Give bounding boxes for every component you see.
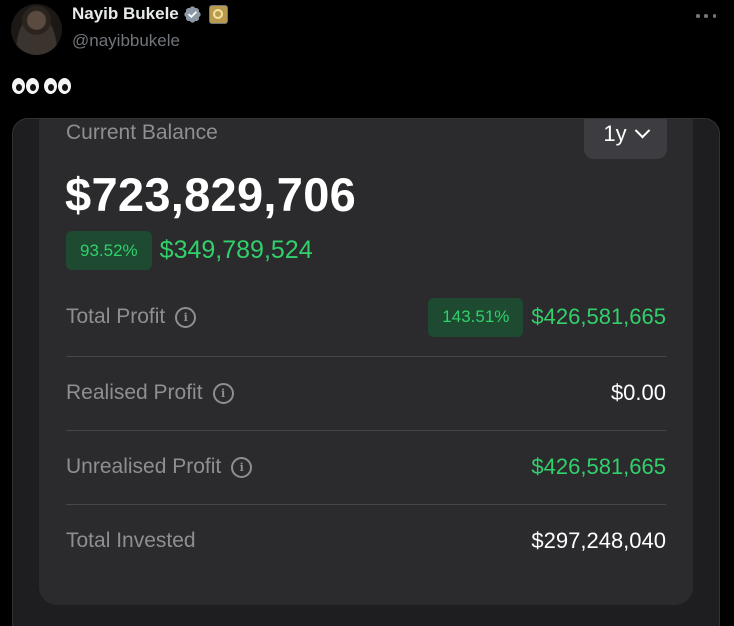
divider (66, 504, 666, 505)
realised-profit-row: Realised Profit i $0.00 (66, 375, 666, 411)
balance-card: Current Balance 1y $723,829,706 93.52% $… (39, 119, 693, 605)
tweet-text (12, 78, 72, 94)
eyes-emoji-icon (12, 78, 40, 94)
author-line: Nayib Bukele (72, 4, 228, 24)
divider (66, 430, 666, 431)
divider (66, 356, 666, 357)
info-icon[interactable]: i (212, 382, 234, 404)
total-invested-label: Total Invested (66, 529, 196, 552)
total-profit-label: Total Profit (66, 305, 166, 328)
author-name[interactable]: Nayib Bukele (72, 4, 179, 24)
chevron-down-icon (634, 122, 650, 139)
total-invested-row: Total Invested $297,248,040 (66, 523, 666, 559)
total-invested-value: $297,248,040 (531, 528, 666, 553)
eyes-emoji-icon (44, 78, 72, 94)
tweet-media-image[interactable]: Current Balance 1y $723,829,706 93.52% $… (12, 118, 720, 626)
author-avatar[interactable] (11, 4, 62, 55)
unrealised-profit-row: Unrealised Profit i $426,581,665 (66, 449, 666, 485)
unrealised-profit-value: $426,581,665 (531, 454, 666, 479)
change-amount: $349,789,524 (159, 236, 313, 264)
period-value: 1y (603, 120, 627, 146)
affiliate-seal-icon[interactable] (208, 4, 228, 24)
info-icon[interactable]: i (175, 306, 197, 328)
total-profit-value: $426,581,665 (531, 304, 666, 329)
current-balance-label: Current Balance (66, 121, 218, 144)
info-icon[interactable]: i (231, 456, 253, 478)
author-handle[interactable]: @nayibbukele (72, 31, 180, 51)
verified-badge-icon (184, 5, 201, 23)
total-profit-row: Total Profit i 143.51% $426,581,665 (66, 297, 666, 337)
change-percent-badge: 93.52% (66, 231, 152, 270)
unrealised-profit-label: Unrealised Profit (66, 455, 222, 478)
period-dropdown[interactable]: 1y (584, 119, 667, 159)
balance-amount: $723,829,706 (65, 168, 357, 221)
tweet-page: Nayib Bukele @nayibbukele Current Balanc… (0, 0, 734, 626)
realised-profit-label: Realised Profit (66, 381, 203, 404)
more-options-icon[interactable] (696, 8, 716, 24)
balance-change: 93.52% $349,789,524 (66, 231, 313, 270)
realised-profit-value: $0.00 (610, 380, 666, 405)
total-profit-percent-badge: 143.51% (428, 297, 524, 337)
